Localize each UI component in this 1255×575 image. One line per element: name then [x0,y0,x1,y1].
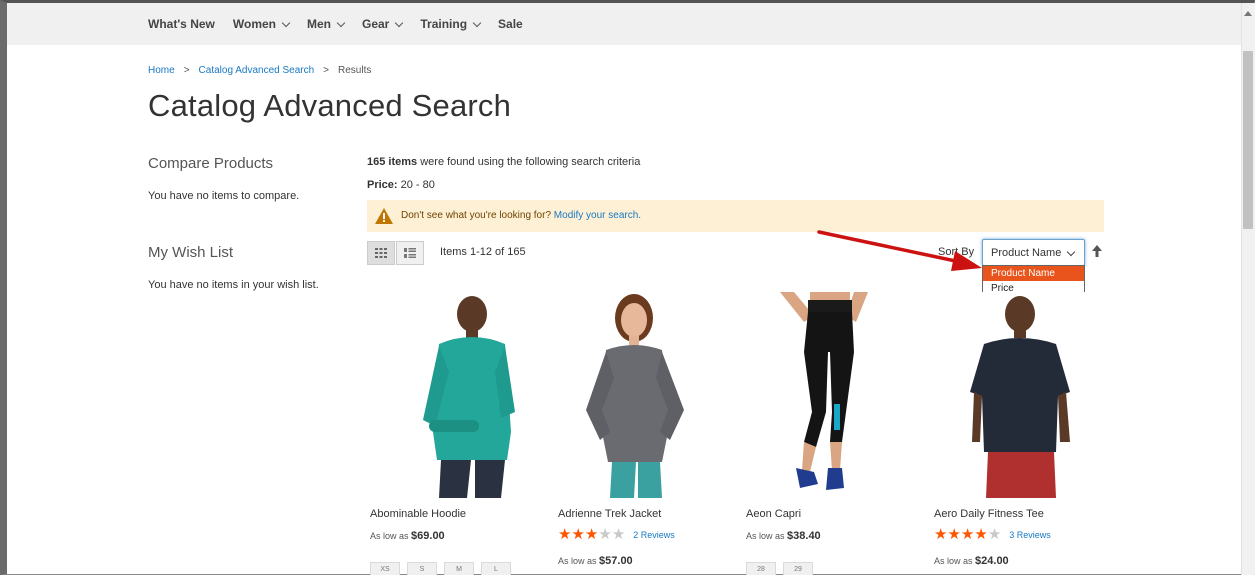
sort-selected-value: Product Name [991,246,1062,259]
star-filled-icon: ★ [947,526,961,543]
product-name-link[interactable]: Abominable Hoodie [370,508,466,520]
sort-option-product-name[interactable]: Product Name [983,266,1084,281]
scroll-up-arrow-icon[interactable] [1244,11,1252,16]
breadcrumb-separator: > [183,65,190,76]
nav-label: Training [420,17,468,31]
results-criteria-text: were found using the following search cr… [420,156,641,168]
price-criteria: Price: 20 - 80 [367,179,435,191]
product-image-aero-daily-fitness-tee[interactable] [934,292,1104,498]
price-label: Price: [367,179,398,191]
product-price: As low as $69.00 [370,530,445,542]
nav-sale[interactable]: Sale [498,17,523,31]
modify-search-link[interactable]: Modify your search. [554,210,641,221]
star-filled-icon: ★ [571,526,585,543]
size-swatch-l[interactable]: L [481,562,511,575]
star-filled-icon: ★ [934,526,948,543]
product-price: As low as $38.40 [746,530,821,542]
as-low-as-label: As low as [746,531,785,541]
warning-icon [375,208,393,224]
compare-products-title: Compare Products [148,155,274,172]
star-filled-icon: ★ [974,526,988,543]
star-filled-icon: ★ [960,526,975,543]
product-image-abominable-hoodie[interactable] [367,292,537,498]
size-swatch-s[interactable]: S [407,562,437,575]
product-name-link[interactable]: Adrienne Trek Jacket [558,508,661,520]
compare-products-text: You have no items to compare. [148,190,300,202]
breadcrumb-separator: > [323,65,330,76]
reviews-link[interactable]: 3 Reviews [1009,530,1051,540]
as-low-as-label: As low as [558,556,597,566]
nav-gear[interactable]: Gear [362,17,404,31]
chevron-down-icon [281,18,291,27]
page-title: Catalog Advanced Search [148,88,512,123]
page-scrollbar[interactable] [1241,3,1255,575]
grid-view-button[interactable] [367,241,395,265]
nav-label: Men [307,17,331,31]
annotation-arrow-icon [817,230,982,271]
results-count: 165 items [367,156,418,168]
nav-whats-new[interactable]: What's New [148,17,215,31]
price-amount: $24.00 [975,555,1009,567]
as-low-as-label: As low as [934,556,973,566]
rating-stars: ★ ★ ★ ★ ★ 2 Reviews [558,527,675,542]
nav-label: Women [232,17,276,31]
top-navigation: What's New Women Men Gear Training Sale [7,3,1241,45]
product-image-aeon-capri[interactable] [744,292,914,498]
price-amount: $38.40 [787,530,821,542]
price-amount: $57.00 [599,555,633,567]
star-empty-icon: ★ [598,526,612,543]
list-icon [404,248,416,258]
product-image-adrienne-trek-jacket[interactable] [552,292,722,498]
product-price: As low as $57.00 [558,555,633,567]
size-swatch-29[interactable]: 29 [783,562,813,575]
product-name-link[interactable]: Aero Daily Fitness Tee [934,508,1044,520]
nav-label: Gear [362,17,390,31]
nav-training[interactable]: Training [420,17,482,31]
sort-by-select[interactable]: Product Name [982,239,1085,266]
items-count: Items 1-12 of 165 [440,246,526,258]
product-name-link[interactable]: Aeon Capri [746,508,801,520]
nav-label: Sale [498,17,523,31]
size-swatch-m[interactable]: M [444,562,474,575]
reviews-link[interactable]: 2 Reviews [633,530,675,540]
size-swatch-28[interactable]: 28 [746,562,776,575]
chevron-down-icon [1066,247,1076,257]
notice-banner: Don't see what you're looking for? Modif… [367,200,1104,232]
search-results-summary: 165 items were found using the following… [367,156,640,168]
rating-stars: ★ ★ ★ ★ ★ 3 Reviews [934,527,1051,542]
wishlist-text: You have no items in your wish list. [148,279,319,291]
chevron-down-icon [395,18,404,27]
chevron-down-icon [336,18,346,27]
notice-message: Don't see what you're looking for? [401,210,552,221]
as-low-as-label: As low as [370,531,409,541]
price-amount: $69.00 [411,530,445,542]
product-price: As low as $24.00 [934,555,1009,567]
sort-direction-arrow-icon[interactable] [1092,245,1102,259]
wishlist-title: My Wish List [148,244,234,261]
star-filled-icon: ★ [584,526,599,543]
nav-label: What's New [148,17,215,31]
star-filled-icon: ★ [558,526,572,543]
nav-men[interactable]: Men [307,17,346,31]
chevron-down-icon [472,18,482,27]
notice-text: Don't see what you're looking for? Modif… [401,210,641,221]
scroll-thumb[interactable] [1243,51,1253,229]
list-view-button[interactable] [396,241,424,265]
star-empty-icon: ★ [987,526,1002,543]
price-value: 20 - 80 [400,179,435,191]
star-empty-icon: ★ [611,526,626,543]
size-swatch-xs[interactable]: XS [370,562,400,575]
grid-icon [375,248,387,258]
breadcrumb-catalog-link[interactable]: Catalog Advanced Search [199,65,315,76]
breadcrumb-current: Results [338,65,372,76]
nav-women[interactable]: Women [232,17,291,31]
breadcrumb-home-link[interactable]: Home [148,65,175,76]
breadcrumb: Home > Catalog Advanced Search > Results [148,65,371,76]
